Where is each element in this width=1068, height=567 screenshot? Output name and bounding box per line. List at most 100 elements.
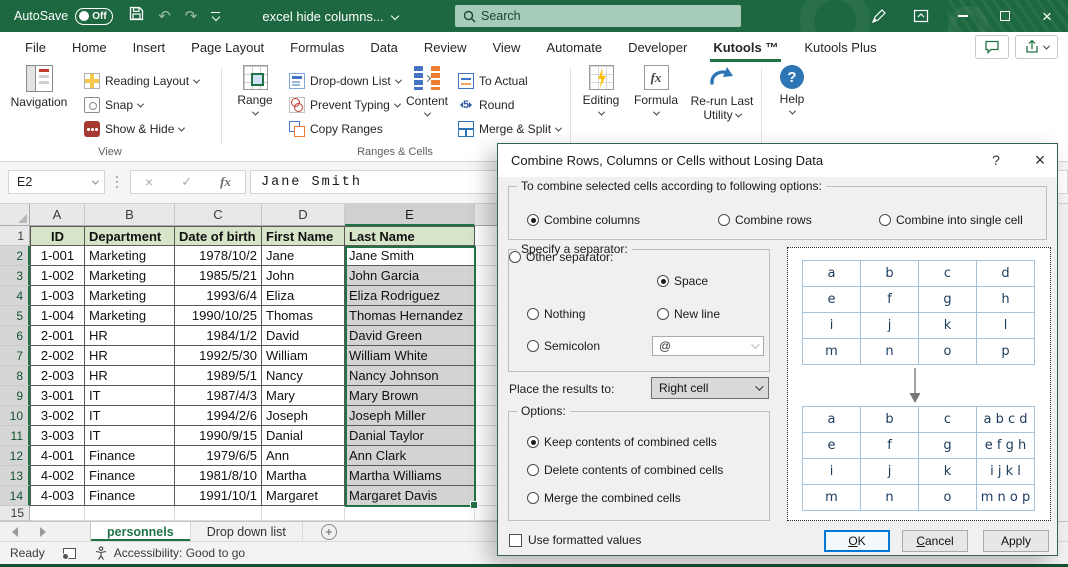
cell-E3[interactable]: John Garcia [345,266,475,286]
row-header-5[interactable]: 5 [0,306,30,326]
tab-kutools[interactable]: Kutools ™ [700,32,791,62]
vertical-scrollbar[interactable] [1057,204,1068,521]
cell-C14[interactable]: 1991/10/1 [175,486,262,506]
autosave-switch-icon[interactable]: Off [75,7,114,25]
cell-A8[interactable]: 2-003 [30,366,85,386]
column-header-A[interactable]: A [30,204,85,226]
cell-E7[interactable]: William White [345,346,475,366]
radio-semicolon[interactable]: Semicolon [527,339,600,353]
radio-merge-the-combined-cells[interactable]: Merge the combined cells [527,491,681,505]
cell-B4[interactable]: Marketing [85,286,175,306]
cell-A3[interactable]: 1-002 [30,266,85,286]
ok-button[interactable]: OK [824,530,890,552]
sheet-nav-left-icon[interactable] [12,526,18,537]
cell-B6[interactable]: HR [85,326,175,346]
tab-formulas[interactable]: Formulas [277,32,357,62]
cell-D8[interactable]: Nancy [262,366,345,386]
cell-E8[interactable]: Nancy Johnson [345,366,475,386]
cell-B10[interactable]: IT [85,406,175,426]
row-header-6[interactable]: 6 [0,326,30,346]
autosave-toggle[interactable]: AutoSave Off [14,7,114,25]
share-button[interactable] [1015,35,1058,59]
cell-A2[interactable]: 1-001 [30,246,85,266]
cell-D4[interactable]: Eliza [262,286,345,306]
radio-combine-columns[interactable]: Combine columns [527,213,640,227]
cell-D7[interactable]: William [262,346,345,366]
sheet-nav-right-icon[interactable] [40,526,46,537]
cell-D9[interactable]: Mary [262,386,345,406]
redo-icon[interactable] [185,7,198,26]
cell[interactable] [175,506,262,521]
row-header-9[interactable]: 9 [0,386,30,406]
cell-A10[interactable]: 3-002 [30,406,85,426]
cell-A12[interactable]: 4-001 [30,446,85,466]
cancel-entry-icon[interactable]: × [145,174,153,190]
cell-C10[interactable]: 1994/2/6 [175,406,262,426]
cell-D11[interactable]: Danial [262,426,345,446]
dialog-title-bar[interactable]: Combine Rows, Columns or Cells without L… [498,144,1057,177]
formula-button[interactable]: fx Formula [630,65,682,145]
cell-D2[interactable]: Jane [262,246,345,266]
column-header-B[interactable]: B [85,204,175,226]
editing-button[interactable]: Editing [575,65,627,145]
row-header-15[interactable]: 15 [0,506,30,521]
combo-dropdown-icon[interactable] [751,340,760,349]
cell-B14[interactable]: Finance [85,486,175,506]
cell-D3[interactable]: John [262,266,345,286]
search-input[interactable]: Search [455,5,741,27]
row-header-12[interactable]: 12 [0,446,30,466]
feedback-pen-icon[interactable] [858,0,900,32]
cell[interactable] [262,506,345,521]
row-header-14[interactable]: 14 [0,486,30,506]
row-header-11[interactable]: 11 [0,426,30,446]
cell-D1[interactable]: First Name [262,226,345,246]
merge-split-button[interactable]: Merge & Split [458,118,563,140]
cell-C8[interactable]: 1989/5/1 [175,366,262,386]
row-header-8[interactable]: 8 [0,366,30,386]
cell-E10[interactable]: Joseph Miller [345,406,475,426]
cell-A7[interactable]: 2-002 [30,346,85,366]
help-button[interactable]: ? Help [767,65,817,145]
cancel-button[interactable]: Cancel [902,530,968,552]
radio-space[interactable]: Space [657,274,708,288]
checkbox-icon[interactable] [509,533,522,547]
maximize-button[interactable] [984,0,1026,32]
column-header-D[interactable]: D [262,204,345,226]
cell-B8[interactable]: HR [85,366,175,386]
cell-C1[interactable]: Date of birth [175,226,262,246]
row-header-13[interactable]: 13 [0,466,30,486]
cell[interactable] [30,506,85,521]
sheet-tab-personnels[interactable]: personnels [90,522,191,541]
row-header-2[interactable]: 2 [0,246,30,266]
cell-C2[interactable]: 1978/10/2 [175,246,262,266]
cell-A5[interactable]: 1-004 [30,306,85,326]
cell-E13[interactable]: Martha Williams [345,466,475,486]
macro-record-icon[interactable] [61,547,76,560]
tab-developer[interactable]: Developer [615,32,700,62]
cell-C7[interactable]: 1992/5/30 [175,346,262,366]
cell-C5[interactable]: 1990/10/25 [175,306,262,326]
cell-C6[interactable]: 1984/1/2 [175,326,262,346]
use-formatted-values-checkbox[interactable]: Use formatted values [509,533,641,547]
row-header-3[interactable]: 3 [0,266,30,286]
cell-E2[interactable]: Jane Smith [345,246,475,266]
radio-nothing[interactable]: Nothing [527,307,585,321]
cell-E4[interactable]: Eliza Rodriguez [345,286,475,306]
cell-E9[interactable]: Mary Brown [345,386,475,406]
cell-B9[interactable]: IT [85,386,175,406]
content-button[interactable]: Content [398,65,456,145]
round-button[interactable]: 5 Round [458,94,514,116]
cell-A6[interactable]: 2-001 [30,326,85,346]
cell-D5[interactable]: Thomas [262,306,345,326]
accessibility-status[interactable]: Accessibility: Good to go [114,546,245,560]
cell-B7[interactable]: HR [85,346,175,366]
cell-D12[interactable]: Ann [262,446,345,466]
dropdown-list-button[interactable]: Drop-down List [289,70,402,92]
cell-A13[interactable]: 4-002 [30,466,85,486]
cell-E5[interactable]: Thomas Hernandez [345,306,475,326]
cell-E1[interactable]: Last Name [345,226,475,246]
cell-C13[interactable]: 1981/8/10 [175,466,262,486]
apply-button[interactable]: Apply [983,530,1049,552]
cell-B11[interactable]: IT [85,426,175,446]
cell-A14[interactable]: 4-003 [30,486,85,506]
